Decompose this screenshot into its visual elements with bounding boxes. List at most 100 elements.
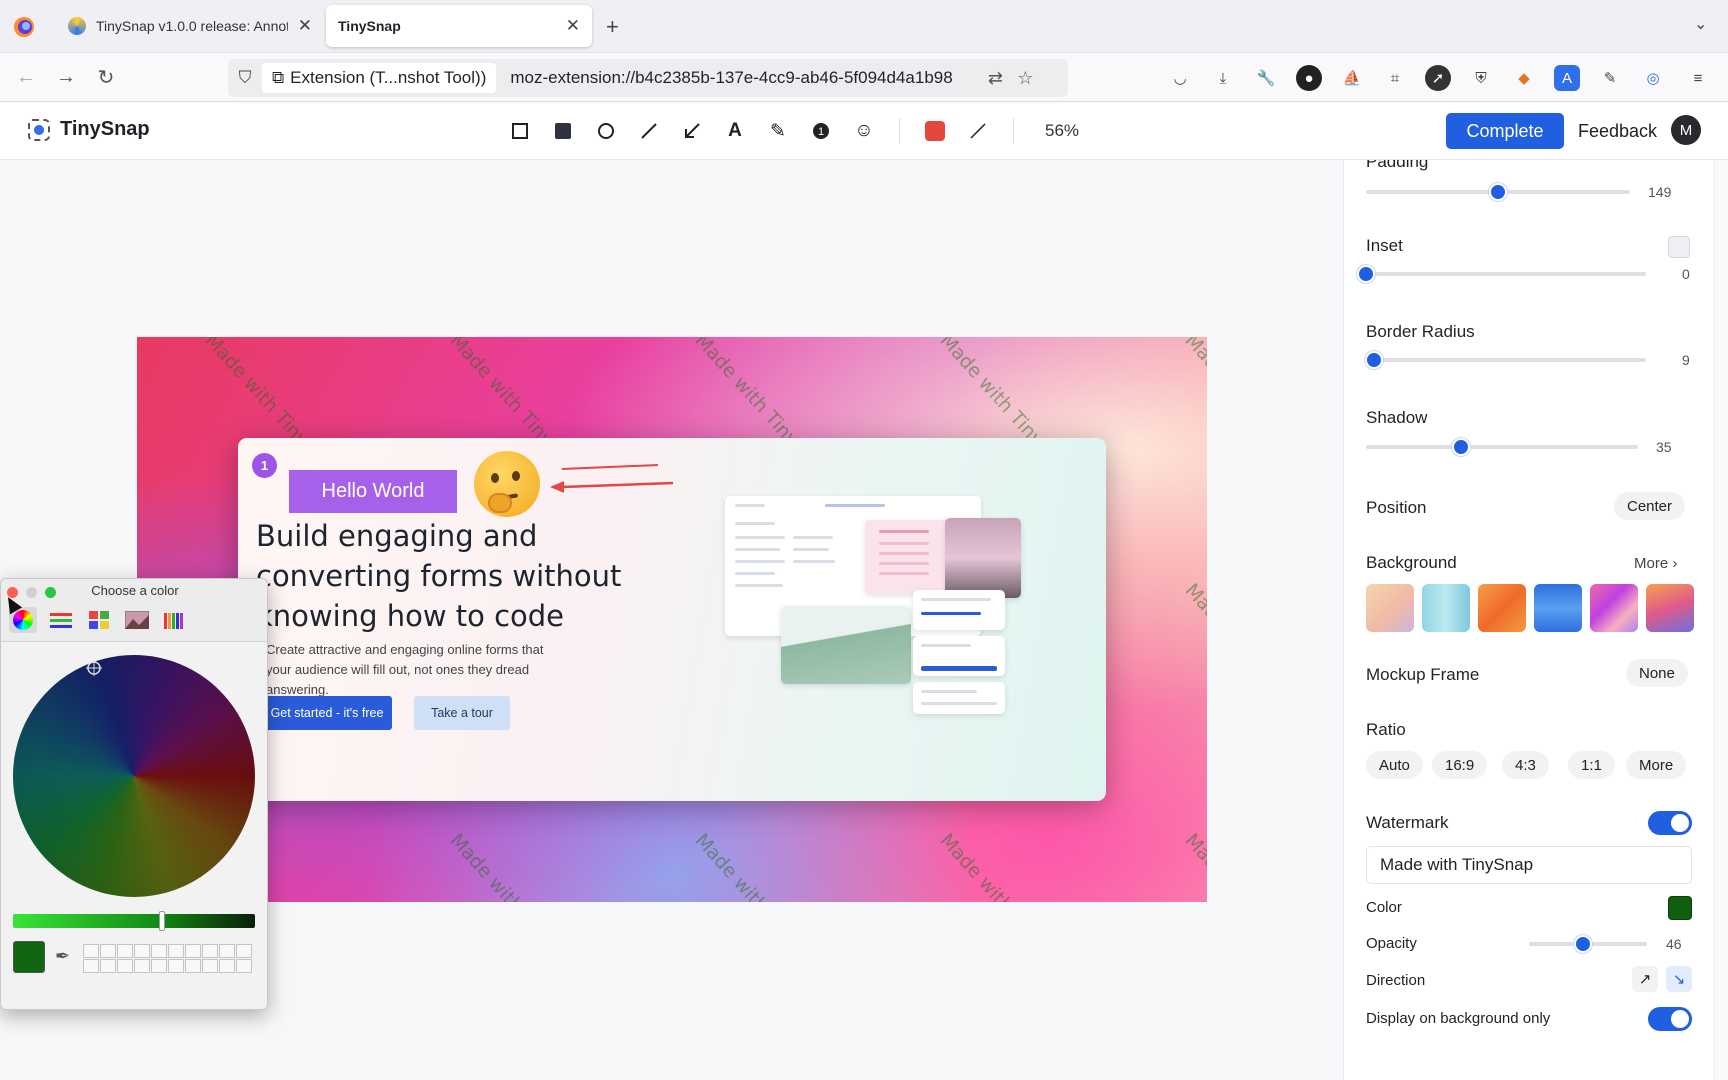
color-swatch-button[interactable]	[921, 117, 949, 145]
eyedropper-icon[interactable]: ✒	[55, 946, 70, 967]
translate-extension-icon[interactable]: A	[1554, 65, 1580, 91]
empty-swatch[interactable]	[134, 944, 150, 958]
padding-slider[interactable]	[1366, 183, 1630, 201]
brightness-slider[interactable]	[13, 911, 255, 931]
background-swatch-blue[interactable]	[1534, 584, 1582, 632]
hello-world-label[interactable]: Hello World	[289, 470, 457, 513]
ratio-option[interactable]: 4:3	[1502, 751, 1549, 779]
empty-swatch[interactable]	[202, 959, 218, 973]
new-tab-icon[interactable]: +	[606, 14, 619, 40]
background-more-link[interactable]: More ›	[1634, 555, 1677, 572]
empty-swatch[interactable]	[219, 944, 235, 958]
color-picker-dialog[interactable]: Choose a color ✒	[0, 578, 268, 1010]
empty-swatch[interactable]	[185, 944, 201, 958]
image-palettes-tab-icon[interactable]	[123, 607, 151, 633]
number-badge-icon[interactable]: 1	[807, 117, 835, 145]
empty-swatch[interactable]	[236, 959, 252, 973]
url-bar[interactable]: ⛉ ⧉ Extension (T...nshot Tool)) moz-exte…	[228, 59, 1068, 97]
zoom-level[interactable]: 56%	[1045, 121, 1079, 141]
rectangle-icon[interactable]	[506, 117, 534, 145]
empty-swatch[interactable]	[100, 959, 116, 973]
empty-swatch[interactable]	[117, 959, 133, 973]
metamask-icon[interactable]: ◆	[1511, 65, 1537, 91]
filled-rectangle-icon[interactable]	[549, 117, 577, 145]
opacity-slider[interactable]	[1529, 935, 1647, 953]
feedback-link[interactable]: Feedback	[1578, 121, 1657, 142]
ratio-option[interactable]: More	[1626, 751, 1687, 779]
pocket-icon[interactable]: ◡	[1167, 65, 1193, 91]
empty-swatch[interactable]	[219, 959, 235, 973]
background-swatch-pink[interactable]	[1590, 584, 1638, 632]
crop-icon[interactable]: ⌗	[1382, 65, 1408, 91]
color-wheel[interactable]	[13, 655, 255, 897]
eyedropper-icon[interactable]: ✎	[1597, 65, 1623, 91]
complete-button[interactable]: Complete	[1446, 113, 1564, 149]
pen-icon[interactable]: ✎	[764, 117, 792, 145]
ratio-option[interactable]: Auto	[1366, 751, 1423, 779]
custom-swatches[interactable]	[83, 944, 252, 973]
direction-up-right-icon[interactable]: ↗	[1632, 966, 1658, 992]
extension-identity-chip[interactable]: ⧉ Extension (T...nshot Tool))	[262, 63, 497, 93]
wheel-crosshair-icon[interactable]	[85, 659, 103, 677]
mockup-frame-select[interactable]: None	[1626, 659, 1688, 687]
slider-handle[interactable]	[1489, 183, 1507, 201]
slider-handle[interactable]	[159, 911, 165, 931]
empty-swatch[interactable]	[202, 944, 218, 958]
empty-swatch[interactable]	[168, 944, 184, 958]
shield-icon[interactable]: ⛉	[228, 68, 262, 88]
inset-color-swatch[interactable]	[1668, 236, 1690, 258]
extension-icon[interactable]: ⛵	[1339, 65, 1365, 91]
empty-swatch[interactable]	[134, 959, 150, 973]
star-icon[interactable]: ☆	[1010, 68, 1040, 89]
circle-icon[interactable]	[592, 117, 620, 145]
empty-swatch[interactable]	[185, 959, 201, 973]
arrow-annotation[interactable]	[548, 463, 678, 503]
close-tab-icon[interactable]: ✕	[298, 16, 312, 36]
number-badge[interactable]: 1	[252, 453, 277, 478]
panel-scrollbar[interactable]	[1714, 160, 1728, 1080]
empty-swatch[interactable]	[236, 944, 252, 958]
shadow-slider[interactable]	[1366, 438, 1638, 456]
slider-handle[interactable]	[1452, 438, 1471, 456]
arrow-icon[interactable]	[678, 117, 706, 145]
url-text[interactable]: moz-extension://b4c2385b-137e-4cc9-ab46-…	[510, 68, 980, 88]
watermark-color-swatch[interactable]	[1668, 896, 1692, 920]
tinysnap-extension-icon[interactable]: ◎	[1640, 65, 1666, 91]
reload-icon[interactable]: ↻	[92, 63, 120, 91]
empty-swatch[interactable]	[83, 944, 99, 958]
tab-tinysnap[interactable]: TinySnap ✕	[326, 5, 592, 47]
tab-release-notes[interactable]: TinySnap v1.0.0 release: Annota ✕	[58, 6, 322, 46]
current-color-swatch[interactable]	[13, 941, 45, 973]
bg-only-toggle[interactable]	[1648, 1007, 1692, 1031]
back-icon[interactable]: ←	[12, 63, 40, 91]
firefox-icon[interactable]	[10, 14, 38, 40]
slider-handle[interactable]	[1357, 265, 1375, 283]
download-icon[interactable]: ⤓	[1210, 65, 1236, 91]
color-sliders-tab-icon[interactable]	[47, 607, 75, 633]
empty-swatch[interactable]	[151, 959, 167, 973]
empty-swatch[interactable]	[168, 959, 184, 973]
empty-swatch[interactable]	[151, 944, 167, 958]
emoji-icon[interactable]: ☺	[850, 117, 878, 145]
background-swatch-sunset[interactable]	[1646, 584, 1694, 632]
forward-icon[interactable]: →	[52, 63, 80, 91]
slider-handle[interactable]	[1574, 935, 1593, 953]
cursor-extension-icon[interactable]: ➚	[1425, 65, 1451, 91]
avatar[interactable]: M	[1671, 115, 1701, 145]
extension-icon[interactable]: ●	[1296, 65, 1322, 91]
background-swatch-peach[interactable]	[1366, 584, 1414, 632]
background-swatch-orange[interactable]	[1478, 584, 1526, 632]
direction-down-right-icon[interactable]: ↘	[1666, 966, 1692, 992]
text-icon[interactable]: A	[721, 117, 749, 145]
inset-slider[interactable]	[1357, 265, 1646, 283]
translate-icon[interactable]: ⇄	[980, 68, 1010, 89]
stroke-width-icon[interactable]	[964, 117, 992, 145]
empty-swatch[interactable]	[83, 959, 99, 973]
empty-swatch[interactable]	[117, 944, 133, 958]
ublock-icon[interactable]: ⛨	[1468, 65, 1494, 91]
color-palettes-tab-icon[interactable]	[85, 607, 113, 633]
ratio-option[interactable]: 1:1	[1568, 751, 1615, 779]
screenshot-preview[interactable]: Made with TinySnap Made with TinySnap Ma…	[137, 337, 1207, 902]
slider-handle[interactable]	[1365, 351, 1384, 369]
thinking-face-icon[interactable]	[474, 451, 540, 517]
